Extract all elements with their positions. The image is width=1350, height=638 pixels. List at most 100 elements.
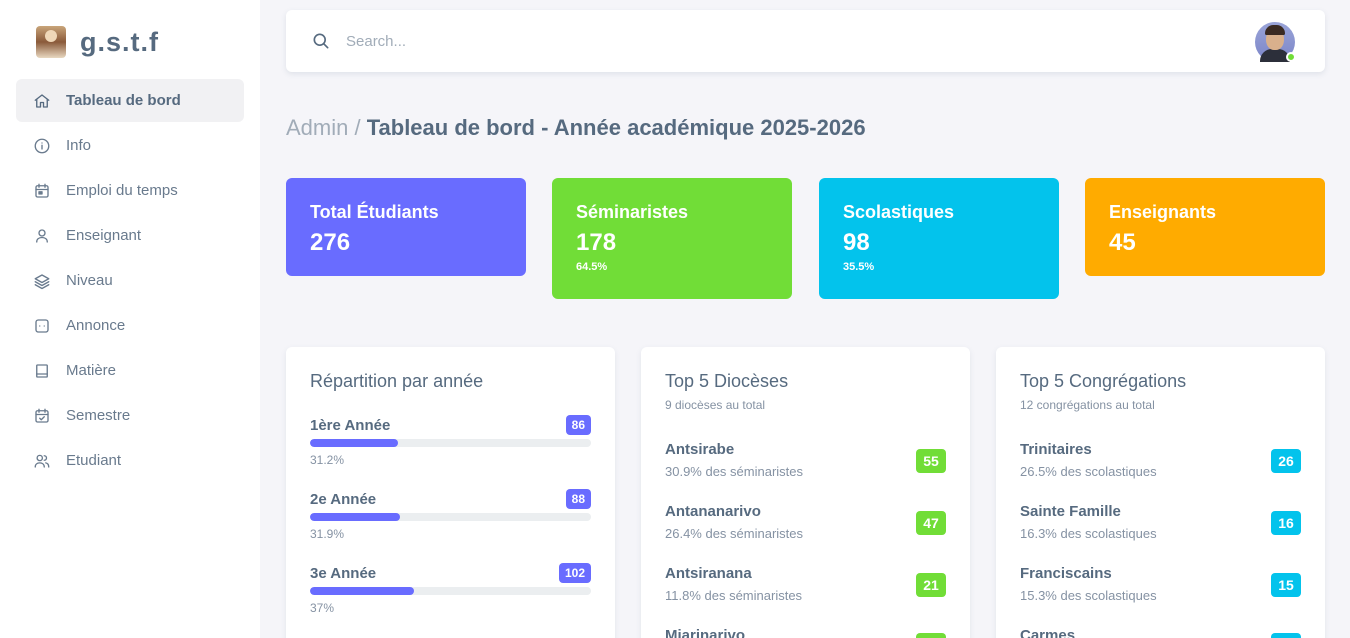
panel-title: Top 5 Diocèses — [665, 371, 789, 391]
rank-name: Carmes — [1020, 627, 1076, 638]
list-item: Franciscains 15.3% des scolastiques 15 — [1020, 565, 1301, 603]
list-item: Carmes — [1020, 627, 1301, 638]
brand-logo — [36, 26, 66, 58]
sidebar-item-label: Annonce — [66, 317, 126, 334]
rank-name: Antsirabe — [665, 441, 735, 458]
stat-label: Total Étudiants — [310, 202, 439, 222]
panel-subtitle: 9 diocèses au total — [665, 398, 766, 412]
search-icon[interactable] — [311, 31, 331, 51]
stat-value: 178 — [576, 229, 617, 256]
rank-name: Sainte Famille — [1020, 503, 1121, 520]
count-badge — [916, 633, 946, 638]
count-badge: 15 — [1271, 573, 1301, 597]
list-item: Sainte Famille 16.3% des scolastiques 16 — [1020, 503, 1301, 541]
users-icon — [32, 451, 52, 471]
year-percent: 37% — [310, 601, 335, 615]
sidebar-item-annonce[interactable]: Annonce — [16, 304, 244, 347]
count-badge: 26 — [1271, 449, 1301, 473]
stat-value: 98 — [843, 229, 870, 256]
progress-track — [310, 439, 591, 447]
year-item: 3e Année 102 37% — [310, 563, 591, 615]
rank-name: Antananarivo — [665, 503, 761, 520]
info-icon — [32, 136, 52, 156]
year-label: 1ère Année — [310, 416, 391, 434]
page-title: Admin / Tableau de bord - Année académiq… — [286, 115, 866, 141]
list-item: Miarinarivo — [665, 627, 946, 638]
list-item: Trinitaires 26.5% des scolastiques 26 — [1020, 441, 1301, 479]
sidebar-item-info[interactable]: Info — [16, 124, 244, 167]
search-input[interactable] — [346, 32, 746, 50]
chat-icon — [32, 316, 52, 336]
list-item: Antananarivo 26.4% des séminaristes 47 — [665, 503, 946, 541]
online-status-dot — [1286, 52, 1296, 62]
sidebar-item-enseignant[interactable]: Enseignant — [16, 214, 244, 257]
stat-card-scolastiques: Scolastiques 98 35.5% — [819, 178, 1059, 299]
rank-subtitle: 26.4% des séminaristes — [665, 526, 804, 541]
rank-subtitle: 11.8% des séminaristes — [665, 588, 803, 603]
stat-value: 45 — [1109, 229, 1136, 256]
sidebar-item-label: Niveau — [66, 272, 113, 289]
count-badge: 102 — [558, 563, 591, 583]
count-badge: 88 — [565, 489, 591, 509]
rank-name: Antsiranana — [665, 565, 752, 582]
layers-icon — [32, 271, 52, 291]
stat-card-enseignants: Enseignants 45 — [1085, 178, 1325, 276]
year-label: 2e Année — [310, 490, 377, 508]
list-item: Antsirabe 30.9% des séminaristes 55 — [665, 441, 946, 479]
rank-name: Franciscains — [1020, 565, 1112, 582]
panel-subtitle: 12 congrégations au total — [1020, 398, 1155, 412]
rank-subtitle: 15.3% des scolastiques — [1020, 588, 1157, 603]
stat-percent: 64.5% — [576, 261, 608, 273]
sidebar-item-label: Semestre — [66, 407, 131, 424]
count-badge: 55 — [916, 449, 946, 473]
year-percent: 31.9% — [310, 527, 345, 541]
sidebar-item-label: Matière — [66, 362, 117, 379]
brand[interactable]: g.s.t.f — [36, 26, 159, 58]
year-percent: 31.2% — [310, 453, 345, 467]
sidebar-item-label: Emploi du temps — [66, 182, 178, 199]
sidebar-item-niveau[interactable]: Niveau — [16, 259, 244, 302]
sidebar-item-matiere[interactable]: Matière — [16, 349, 244, 392]
sidebar-item-tableau-de-bord[interactable]: Tableau de bord — [16, 79, 244, 122]
breadcrumb: Admin / — [286, 115, 361, 140]
year-item: 2e Année 88 31.9% — [310, 489, 591, 541]
sidebar-item-semestre[interactable]: Semestre — [16, 394, 244, 437]
stat-percent: 35.5% — [843, 261, 875, 273]
user-icon — [32, 226, 52, 246]
progress-fill — [310, 439, 398, 447]
calendar-check-icon — [32, 406, 52, 426]
book-icon — [32, 361, 52, 381]
stat-card-seminaristes: Séminaristes 178 64.5% — [552, 178, 792, 299]
stat-label: Scolastiques — [843, 202, 955, 222]
count-badge — [1271, 633, 1301, 638]
panel-title: Top 5 Congrégations — [1020, 371, 1187, 391]
sidebar-item-etudiant[interactable]: Etudiant — [16, 439, 244, 482]
count-badge: 21 — [916, 573, 946, 597]
count-badge: 86 — [565, 415, 591, 435]
rank-name: Trinitaires — [1020, 441, 1092, 458]
sidebar-item-label: Enseignant — [66, 227, 142, 244]
rank-subtitle: 26.5% des scolastiques — [1020, 464, 1157, 479]
progress-fill — [310, 513, 400, 521]
stat-card-total-etudiants: Total Étudiants 276 — [286, 178, 526, 276]
progress-fill — [310, 587, 414, 595]
stat-label: Séminaristes — [576, 202, 689, 222]
year-label: 3e Année — [310, 564, 377, 582]
rank-subtitle: 30.9% des séminaristes — [665, 464, 804, 479]
stat-value: 276 — [310, 229, 351, 256]
panel-repartition-annee: Répartition par année 1ère Année 86 31.2… — [286, 347, 615, 638]
count-badge: 47 — [916, 511, 946, 535]
sidebar-item-emploi-du-temps[interactable]: Emploi du temps — [16, 169, 244, 212]
home-icon — [32, 91, 52, 111]
count-badge: 16 — [1271, 511, 1301, 535]
calendar-icon — [32, 181, 52, 201]
sidebar-menu: Tableau de bord Info Emploi du temps Ens… — [16, 79, 244, 484]
rank-name: Miarinarivo — [665, 627, 746, 638]
sidebar: g.s.t.f Tableau de bord Info Emploi du t… — [0, 0, 260, 638]
sidebar-item-label: Etudiant — [66, 452, 122, 469]
sidebar-item-label: Tableau de bord — [66, 92, 181, 109]
sidebar-item-label: Info — [66, 137, 92, 154]
avatar[interactable] — [1255, 22, 1296, 62]
brand-name: g.s.t.f — [80, 26, 159, 57]
year-item: 1ère Année 86 31.2% — [310, 415, 591, 467]
